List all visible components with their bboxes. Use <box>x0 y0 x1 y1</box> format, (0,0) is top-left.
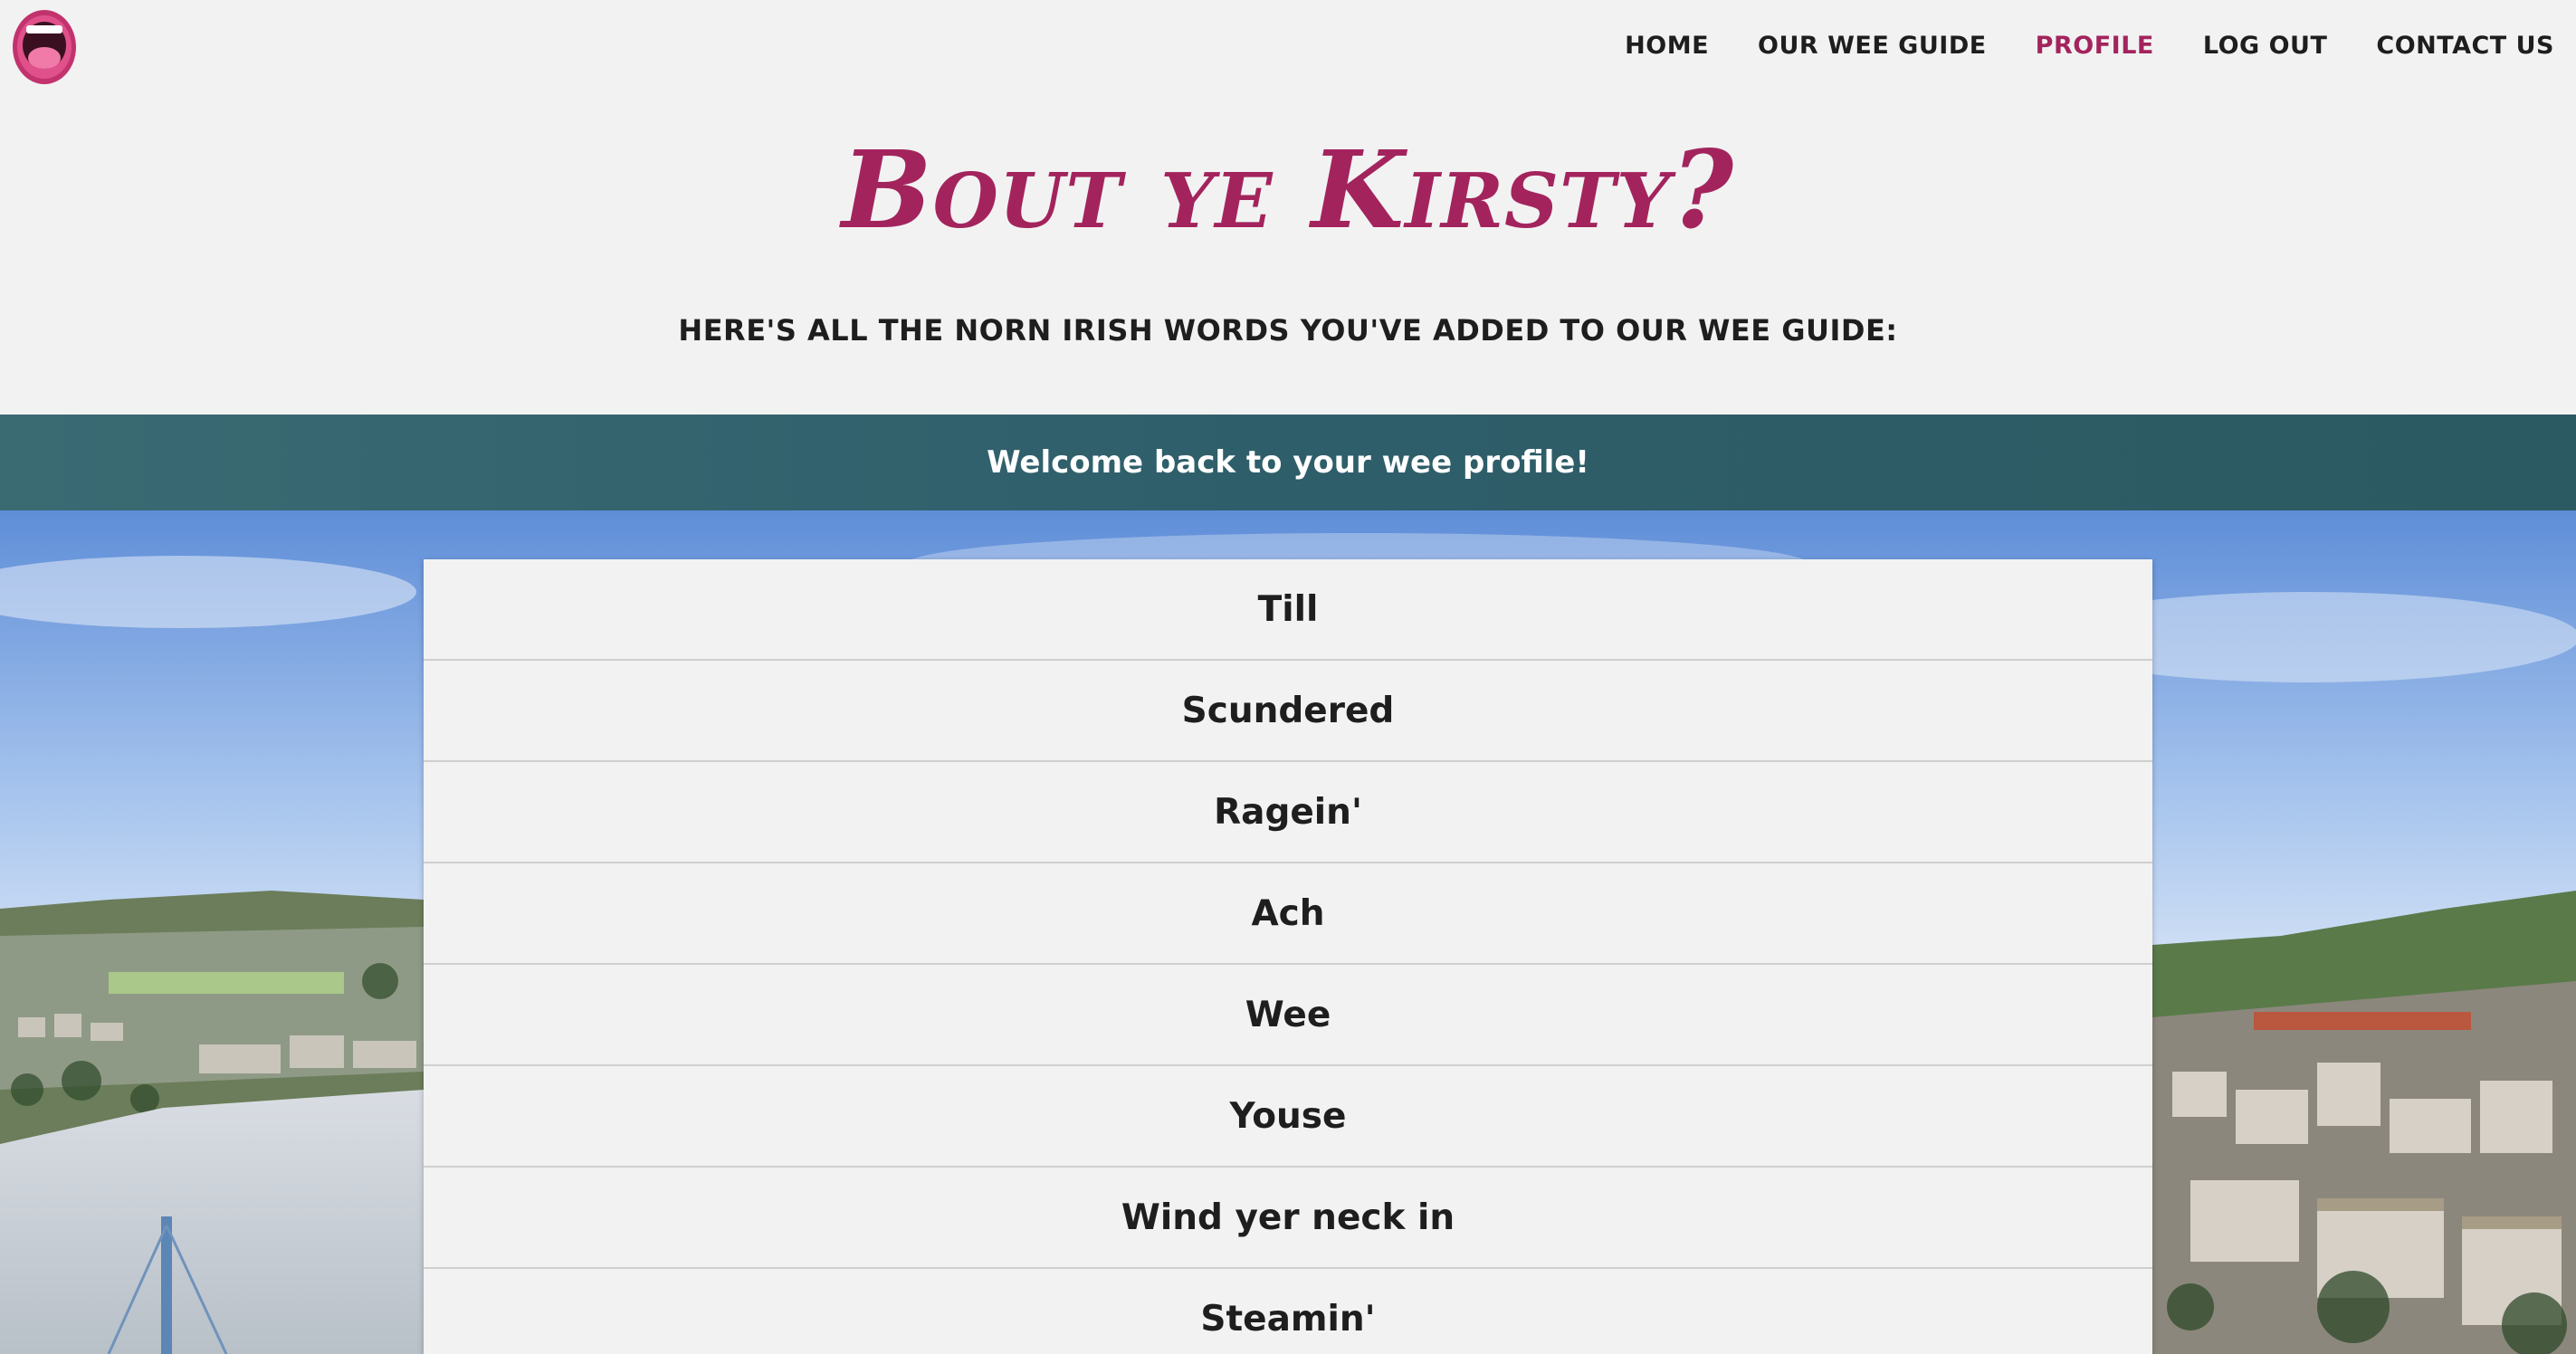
user-word-list: Till Scundered Ragein' Ach Wee Youse Win… <box>424 559 2152 1354</box>
word-list-item[interactable]: Wind yer neck in <box>424 1168 2152 1269</box>
nav-contact-us-link[interactable]: CONTACT US <box>2376 32 2554 60</box>
page-title: Bout ye Kirsty? <box>841 127 1735 253</box>
nav-home-link[interactable]: HOME <box>1625 32 1709 60</box>
nav-profile-link[interactable]: PROFILE <box>2036 32 2154 60</box>
flash-message-banner: Welcome back to your wee profile! <box>0 415 2576 510</box>
word-list-item[interactable]: Wee <box>424 965 2152 1066</box>
flash-message-text: Welcome back to your wee profile! <box>987 444 1589 481</box>
nav-log-out-link[interactable]: LOG OUT <box>2203 32 2328 60</box>
page-subtitle: HERE'S ALL THE NORN IRISH WORDS YOU'VE A… <box>678 313 1898 348</box>
word-list-item[interactable]: Steamin' <box>424 1269 2152 1354</box>
navbar: HOME OUR WEE GUIDE PROFILE LOG OUT CONTA… <box>0 0 2576 91</box>
word-list-item[interactable]: Ragein' <box>424 762 2152 863</box>
word-list-item[interactable]: Till <box>424 559 2152 661</box>
word-list-item[interactable]: Ach <box>424 863 2152 965</box>
word-list-item[interactable]: Scundered <box>424 661 2152 762</box>
nav-links: HOME OUR WEE GUIDE PROFILE LOG OUT CONTA… <box>1625 0 2554 91</box>
nav-our-wee-guide-link[interactable]: OUR WEE GUIDE <box>1758 32 1987 60</box>
open-mouth-logo-icon[interactable] <box>11 5 78 85</box>
word-list-item[interactable]: Youse <box>424 1066 2152 1168</box>
